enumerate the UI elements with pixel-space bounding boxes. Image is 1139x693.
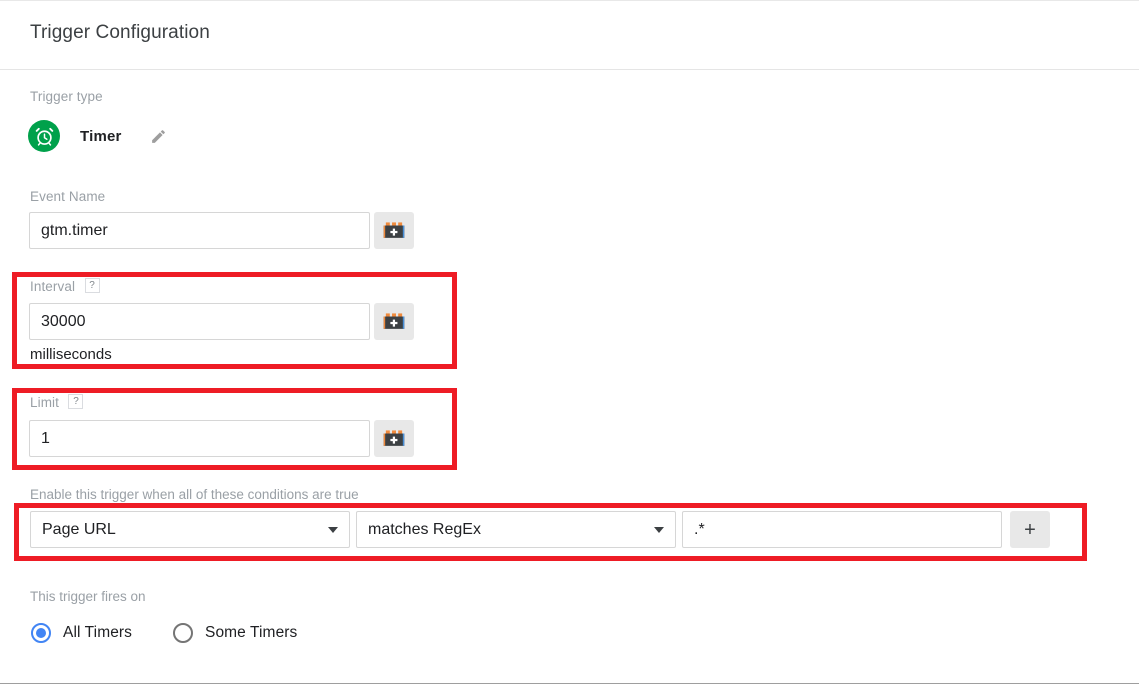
header-divider: [0, 69, 1139, 70]
event-name-label-text: Event Name: [30, 189, 106, 204]
trigger-type-row: Timer: [28, 120, 170, 152]
trigger-type-name: Timer: [80, 127, 122, 145]
gtm-variable-brick-icon: [383, 429, 405, 446]
condition-operator-select[interactable]: matches RegEx: [356, 511, 676, 548]
fires-on-label: This trigger fires on: [30, 588, 146, 606]
conditions-label-text: Enable this trigger when all of these co…: [30, 487, 359, 502]
trigger-configuration-page: Trigger Configuration Trigger type Timer: [0, 0, 1139, 693]
condition-variable-select[interactable]: Page URL: [30, 511, 350, 548]
interval-units-text: milliseconds: [30, 346, 112, 363]
chevron-down-icon: [328, 526, 338, 533]
trigger-type-label-text: Trigger type: [30, 89, 103, 104]
condition-operator-value: matches RegEx: [368, 520, 481, 538]
limit-variable-picker-button[interactable]: [374, 420, 414, 457]
condition-variable-value: Page URL: [42, 520, 116, 538]
limit-label-text: Limit: [30, 395, 60, 410]
radio-some-timers-icon[interactable]: [173, 623, 193, 643]
radio-all-timers-label: All Timers: [63, 624, 133, 641]
event-name-input[interactable]: [29, 212, 370, 249]
radio-option-some-timers[interactable]: Some Timers: [173, 623, 297, 643]
condition-value-input[interactable]: [682, 511, 1002, 548]
chevron-down-icon: [654, 526, 664, 533]
limit-label: Limit ?: [30, 394, 84, 412]
limit-input[interactable]: [29, 420, 370, 457]
radio-all-timers-icon[interactable]: [31, 623, 51, 643]
interval-input[interactable]: [29, 303, 370, 340]
conditions-label: Enable this trigger when all of these co…: [30, 486, 359, 504]
interval-label-text: Interval: [30, 279, 76, 294]
gtm-variable-brick-icon: [383, 221, 405, 238]
pencil-icon: [152, 129, 165, 143]
alarm-clock-icon: [28, 120, 60, 152]
page-header: Trigger Configuration: [0, 1, 1139, 69]
event-name-label: Event Name: [30, 188, 105, 206]
radio-dot: [36, 628, 46, 638]
radio-option-all-timers[interactable]: All Timers: [31, 623, 132, 643]
page-title: Trigger Configuration: [30, 22, 210, 43]
radio-some-timers-label: Some Timers: [205, 624, 298, 641]
interval-label: Interval ?: [30, 278, 100, 296]
trigger-type-label: Trigger type: [30, 88, 103, 106]
interval-help-icon[interactable]: ?: [84, 278, 100, 294]
event-name-variable-picker-button[interactable]: [374, 212, 414, 249]
add-condition-button[interactable]: +: [1010, 511, 1050, 548]
edit-trigger-type-button[interactable]: [148, 125, 170, 147]
fires-on-label-text: This trigger fires on: [30, 589, 146, 604]
gtm-variable-brick-icon: [383, 312, 405, 329]
bottom-divider: [0, 683, 1139, 684]
limit-help-icon[interactable]: ?: [68, 394, 84, 410]
interval-variable-picker-button[interactable]: [374, 303, 414, 340]
